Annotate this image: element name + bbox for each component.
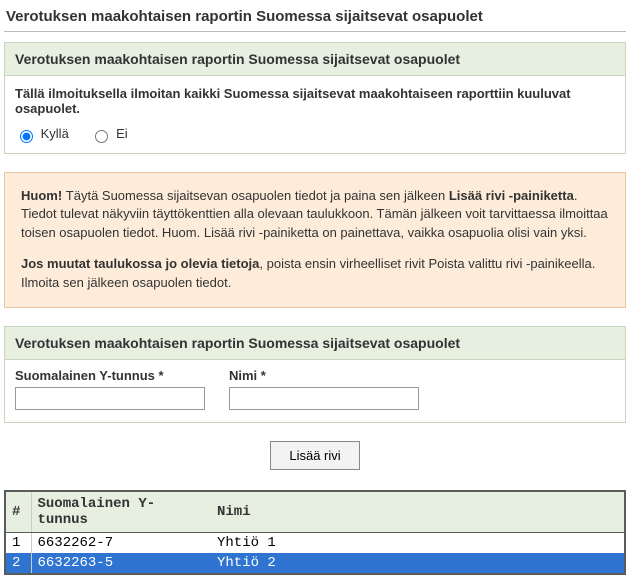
notice-box: Huom! Täytä Suomessa sijaitsevan osapuol… bbox=[4, 172, 626, 308]
radio-yes-label[interactable]: Kyllä bbox=[15, 126, 72, 141]
cell-idx: 1 bbox=[5, 532, 31, 553]
radio-no-label[interactable]: Ei bbox=[90, 126, 127, 141]
section-declaration: Verotuksen maakohtaisen raportin Suomess… bbox=[4, 42, 626, 154]
radio-yes[interactable] bbox=[20, 130, 33, 143]
button-row: Lisää rivi bbox=[4, 441, 626, 470]
cell-ytunnus: 6632263-5 bbox=[31, 553, 211, 574]
declaration-radio-row: Kyllä Ei bbox=[15, 126, 615, 143]
field-nimi: Nimi * bbox=[229, 368, 419, 410]
add-row-button[interactable]: Lisää rivi bbox=[270, 441, 359, 470]
table-row[interactable]: 26632263-5Yhtiö 2 bbox=[5, 553, 625, 574]
label-ytunnus: Suomalainen Y-tunnus * bbox=[15, 368, 205, 383]
notice-paragraph-2: Jos muutat taulukossa jo olevia tietoja,… bbox=[21, 255, 609, 293]
page-title: Verotuksen maakohtaisen raportin Suomess… bbox=[4, 4, 626, 32]
table-row[interactable]: 16632262-7Yhtiö 1 bbox=[5, 532, 625, 553]
input-ytunnus[interactable] bbox=[15, 387, 205, 410]
radio-no-text: Ei bbox=[116, 126, 128, 141]
cell-nimi: Yhtiö 1 bbox=[211, 532, 625, 553]
notice-p2a: Jos muutat taulukossa jo olevia tietoja bbox=[21, 256, 259, 271]
notice-lead: Huom! bbox=[21, 188, 66, 203]
declaration-prompt: Tällä ilmoituksella ilmoitan kaikki Suom… bbox=[15, 86, 615, 116]
input-nimi[interactable] bbox=[229, 387, 419, 410]
radio-yes-text: Kyllä bbox=[41, 126, 69, 141]
cell-ytunnus: 6632262-7 bbox=[31, 532, 211, 553]
section-form-header: Verotuksen maakohtaisen raportin Suomess… bbox=[5, 327, 625, 360]
data-grid: # Suomalainen Y-tunnus Nimi 16632262-7Yh… bbox=[4, 490, 626, 575]
cell-nimi: Yhtiö 2 bbox=[211, 553, 625, 574]
grid-col-nimi: Nimi bbox=[211, 491, 625, 533]
form-row: Suomalainen Y-tunnus * Nimi * bbox=[5, 360, 625, 422]
notice-p1b: Lisää rivi -painiketta bbox=[449, 188, 574, 203]
section-form: Verotuksen maakohtaisen raportin Suomess… bbox=[4, 326, 626, 423]
field-ytunnus: Suomalainen Y-tunnus * bbox=[15, 368, 205, 410]
grid-col-ytunnus: Suomalainen Y-tunnus bbox=[31, 491, 211, 533]
notice-paragraph-1: Huom! Täytä Suomessa sijaitsevan osapuol… bbox=[21, 187, 609, 244]
section-declaration-header: Verotuksen maakohtaisen raportin Suomess… bbox=[5, 43, 625, 76]
grid-col-idx: # bbox=[5, 491, 31, 533]
label-nimi: Nimi * bbox=[229, 368, 419, 383]
notice-p1a: Täytä Suomessa sijaitsevan osapuolen tie… bbox=[66, 188, 449, 203]
grid-header-row: # Suomalainen Y-tunnus Nimi bbox=[5, 491, 625, 533]
radio-no[interactable] bbox=[95, 130, 108, 143]
section-declaration-body: Tällä ilmoituksella ilmoitan kaikki Suom… bbox=[5, 76, 625, 153]
cell-idx: 2 bbox=[5, 553, 31, 574]
